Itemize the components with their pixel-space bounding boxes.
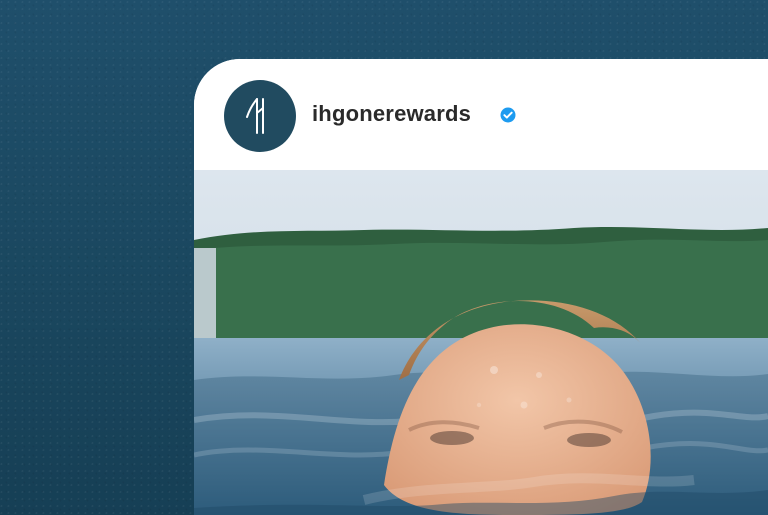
social-post-card: ihgonerewards [194, 59, 768, 515]
post-image[interactable] [194, 170, 768, 515]
post-header: ihgonerewards [194, 59, 768, 170]
verified-badge-icon [500, 107, 516, 123]
post-image-artwork [194, 170, 768, 515]
brand-logo-icon [246, 98, 264, 134]
profile-username[interactable]: ihgonerewards [312, 103, 471, 125]
profile-avatar[interactable] [224, 80, 296, 152]
